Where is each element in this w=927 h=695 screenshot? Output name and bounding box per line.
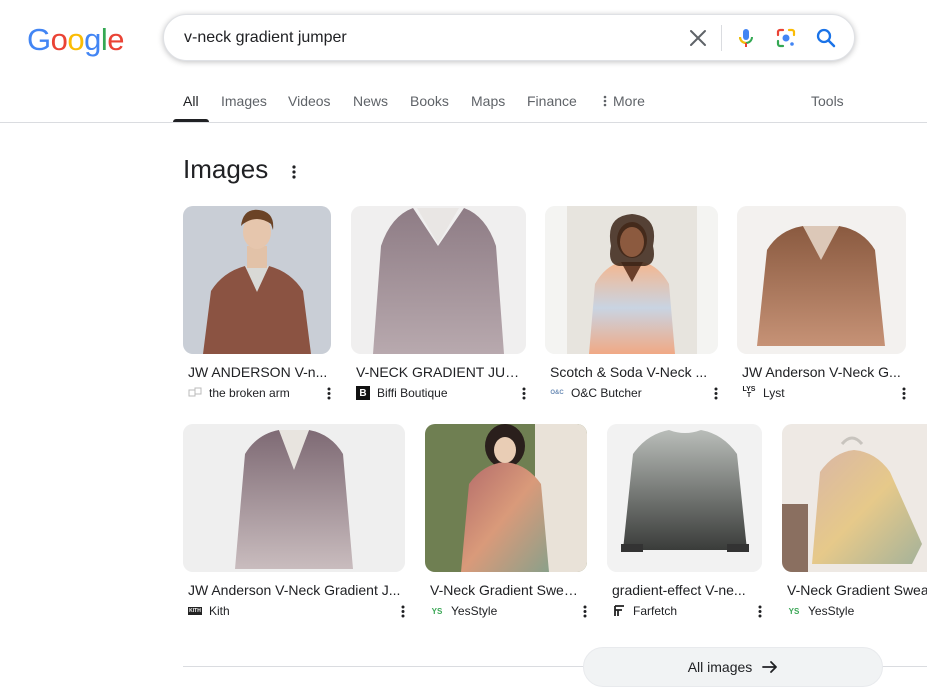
- source-name: Kith: [209, 604, 230, 618]
- source-name: YesStyle: [808, 604, 855, 618]
- image-thumbnail[interactable]: [183, 206, 331, 354]
- search-tabs: All Images Videos News Books Maps Financ…: [0, 85, 927, 123]
- yesstyle-logo-icon: YS: [431, 606, 443, 616]
- logo-letter: o: [50, 22, 68, 57]
- kith-logo-icon: KITH: [188, 607, 202, 615]
- google-logo[interactable]: Google: [27, 22, 125, 58]
- result-more-icon[interactable]: [754, 602, 766, 620]
- image-result-title[interactable]: V-Neck Gradient Swea...: [430, 582, 582, 598]
- source-name: Biffi Boutique: [377, 386, 448, 400]
- image-result-title[interactable]: JW Anderson V-Neck Gradient J...: [188, 582, 403, 598]
- all-images-label: All images: [687, 659, 753, 675]
- broken-arm-logo-icon: [188, 386, 202, 400]
- biffi-logo-icon: B: [356, 386, 370, 400]
- image-result-source[interactable]: O&C O&C Butcher: [550, 386, 642, 400]
- tab-finance[interactable]: Finance: [527, 93, 577, 109]
- microphone-icon[interactable]: [734, 26, 758, 50]
- image-thumbnail[interactable]: [607, 424, 762, 572]
- image-result-source[interactable]: B Biffi Boutique: [356, 386, 448, 400]
- result-more-icon[interactable]: [518, 384, 530, 402]
- result-more-icon[interactable]: [579, 602, 591, 620]
- oc-butcher-logo-icon: O&C: [550, 390, 564, 396]
- search-icon[interactable]: [814, 26, 838, 50]
- image-thumbnail[interactable]: [351, 206, 526, 354]
- image-result-title[interactable]: JW ANDERSON V-n...: [188, 364, 328, 380]
- result-more-icon[interactable]: [898, 384, 910, 402]
- lyst-logo-icon: LYS T: [742, 386, 756, 399]
- logo-letter: e: [107, 22, 125, 57]
- more-vert-icon: [603, 94, 607, 110]
- tab-images[interactable]: Images: [221, 93, 267, 109]
- image-result-title[interactable]: JW Anderson V-Neck G...: [742, 364, 902, 380]
- image-result-title[interactable]: gradient-effect V-ne...: [612, 582, 757, 598]
- yesstyle-logo-icon: YS: [788, 606, 800, 616]
- image-result-title[interactable]: V-Neck Gradient Swea: [787, 582, 927, 598]
- images-section-title: Images: [183, 154, 269, 184]
- tab-videos[interactable]: Videos: [288, 93, 331, 109]
- image-result-title[interactable]: V-NECK GRADIENT JUM...: [356, 364, 524, 380]
- image-thumbnail[interactable]: [425, 424, 587, 572]
- image-thumbnail[interactable]: [545, 206, 718, 354]
- result-more-icon[interactable]: [397, 602, 409, 620]
- tab-books[interactable]: Books: [410, 93, 449, 109]
- result-more-icon[interactable]: [323, 384, 335, 402]
- source-name: Farfetch: [633, 604, 678, 618]
- logo-letter: o: [67, 22, 85, 57]
- tools-button[interactable]: Tools: [811, 93, 844, 109]
- image-result-source[interactable]: LYS T Lyst: [742, 386, 785, 400]
- tab-more-label: More: [613, 93, 645, 109]
- tab-more[interactable]: More: [603, 93, 645, 110]
- image-thumbnail[interactable]: [737, 206, 906, 354]
- active-tab-indicator: [173, 119, 209, 122]
- google-lens-icon[interactable]: [774, 26, 798, 50]
- all-images-button[interactable]: All images: [583, 647, 883, 687]
- image-result-source[interactable]: YS YesStyle: [787, 604, 855, 618]
- section-more-icon[interactable]: [286, 162, 302, 182]
- image-thumbnail[interactable]: [782, 424, 927, 572]
- search-box: [163, 14, 855, 61]
- source-name: the broken arm: [209, 386, 290, 400]
- image-thumbnail[interactable]: [183, 424, 405, 572]
- clear-icon[interactable]: [686, 26, 710, 50]
- source-name: Lyst: [763, 386, 785, 400]
- image-result-source[interactable]: Farfetch: [612, 604, 677, 618]
- tab-news[interactable]: News: [353, 93, 388, 109]
- image-result-source[interactable]: KITH Kith: [188, 604, 230, 618]
- farfetch-logo-icon: [612, 604, 626, 618]
- result-more-icon[interactable]: [710, 384, 722, 402]
- logo-letter: G: [27, 22, 51, 57]
- search-divider: [721, 25, 722, 51]
- tab-maps[interactable]: Maps: [471, 93, 505, 109]
- image-result-source[interactable]: the broken arm: [188, 386, 290, 400]
- image-result-source[interactable]: YS YesStyle: [430, 604, 498, 618]
- tab-all[interactable]: All: [183, 93, 199, 109]
- logo-letter: g: [84, 22, 101, 57]
- source-name: YesStyle: [451, 604, 498, 618]
- search-input[interactable]: [184, 25, 664, 51]
- arrow-right-icon: [762, 660, 778, 674]
- image-result-title[interactable]: Scotch & Soda V-Neck ...: [550, 364, 710, 380]
- source-name: O&C Butcher: [571, 386, 642, 400]
